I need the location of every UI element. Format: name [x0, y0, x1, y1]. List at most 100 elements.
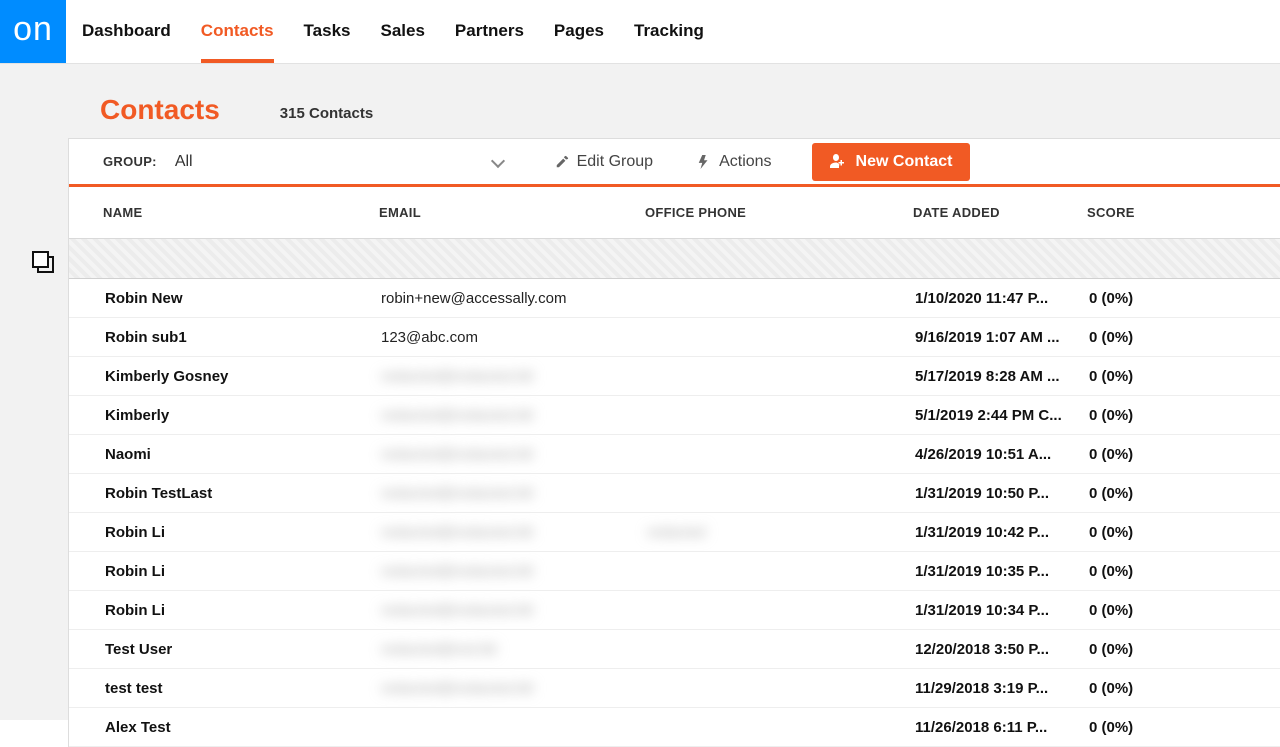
cell-email: redacted@redacted.tld [381, 485, 647, 502]
col-header-name[interactable]: NAME [103, 205, 379, 220]
cell-email: redacted@redacted.tld [381, 680, 647, 697]
cell-score: 0 (0%) [1089, 563, 1209, 580]
cell-score: 0 (0%) [1089, 368, 1209, 385]
cell-date: 1/31/2019 10:42 P... [915, 524, 1089, 541]
cell-email: 123@abc.com [381, 329, 647, 346]
actions-button[interactable]: Actions [689, 147, 779, 177]
cell-name: Kimberly Gosney [105, 368, 381, 385]
cell-score: 0 (0%) [1089, 329, 1209, 346]
actions-label: Actions [719, 153, 771, 171]
col-header-date[interactable]: DATE ADDED [913, 205, 1087, 220]
cell-score: 0 (0%) [1089, 680, 1209, 697]
col-header-phone[interactable]: OFFICE PHONE [645, 205, 913, 220]
nav-item-tasks[interactable]: Tasks [304, 1, 351, 63]
page-header: Contacts 315 Contacts [0, 64, 1280, 138]
pencil-icon [555, 155, 569, 169]
cell-date: 11/26/2018 6:11 P... [915, 719, 1089, 736]
cell-phone: redacted [647, 524, 915, 541]
cell-name: Robin Li [105, 524, 381, 541]
cell-name: Test User [105, 641, 381, 658]
cell-email: redacted@redacted.tld [381, 368, 647, 385]
filter-row[interactable] [69, 239, 1280, 279]
table-row[interactable]: Robin Liredacted@redacted.tld 1/31/2019 1… [69, 552, 1280, 591]
bolt-icon [697, 155, 711, 169]
cell-date: 9/16/2019 1:07 AM ... [915, 329, 1089, 346]
cell-name: Kimberly [105, 407, 381, 424]
cell-email: redacted@red.tld [381, 641, 647, 658]
table-row[interactable]: Robin TestLastredacted@redacted.tld 1/31/… [69, 474, 1280, 513]
page-body: Contacts 315 Contacts GROUP: All Edit Gr… [0, 64, 1280, 720]
table-row[interactable]: Alex Test 11/26/2018 6:11 P...0 (0%) [69, 708, 1280, 747]
cell-name: Robin TestLast [105, 485, 381, 502]
cell-email: redacted@redacted.tld [381, 446, 647, 463]
contacts-card: GROUP: All Edit Group Actions New Contac… [68, 138, 1280, 747]
table-row[interactable]: Robin sub1123@abc.com 9/16/2019 1:07 AM .… [69, 318, 1280, 357]
group-label: GROUP: [103, 154, 157, 169]
nav-item-partners[interactable]: Partners [455, 1, 524, 63]
app-logo[interactable]: on [0, 0, 66, 63]
col-header-email[interactable]: EMAIL [379, 205, 645, 220]
table-row[interactable]: Test Userredacted@red.tld 12/20/2018 3:50… [69, 630, 1280, 669]
cell-email: robin+new@accessally.com [381, 290, 647, 307]
cell-name: Robin Li [105, 602, 381, 619]
select-all-icon [30, 249, 58, 277]
topbar: on Dashboard Contacts Tasks Sales Partners Pa… [0, 0, 1280, 64]
new-contact-button[interactable]: New Contact [812, 143, 971, 181]
toolbar: GROUP: All Edit Group Actions New Contac… [69, 139, 1280, 187]
nav-item-tracking[interactable]: Tracking [634, 1, 704, 63]
table-row[interactable]: Naomiredacted@redacted.tld 4/26/2019 10:5… [69, 435, 1280, 474]
page-title: Contacts [100, 94, 220, 126]
chevron-down-icon [491, 153, 505, 167]
cell-score: 0 (0%) [1089, 641, 1209, 658]
cell-name: Naomi [105, 446, 381, 463]
cell-name: Robin sub1 [105, 329, 381, 346]
contact-count: 315 Contacts [280, 105, 373, 122]
main-nav: Dashboard Contacts Tasks Sales Partners Pages… [66, 0, 704, 63]
cell-date: 11/29/2018 3:19 P... [915, 680, 1089, 697]
nav-item-pages[interactable]: Pages [554, 1, 604, 63]
group-select[interactable]: All [175, 153, 503, 171]
cell-score: 0 (0%) [1089, 446, 1209, 463]
cell-email: redacted@redacted.tld [381, 524, 647, 541]
edit-group-label: Edit Group [577, 153, 653, 171]
cell-date: 1/10/2020 11:47 P... [915, 290, 1089, 307]
table-body: Robin Newrobin+new@accessally.com 1/10/20… [69, 279, 1280, 747]
cell-date: 5/17/2019 8:28 AM ... [915, 368, 1089, 385]
cell-score: 0 (0%) [1089, 290, 1209, 307]
cell-name: Robin New [105, 290, 381, 307]
table-row[interactable]: Robin Liredacted@redacted.tld 1/31/2019 1… [69, 591, 1280, 630]
table-row[interactable]: Robin Newrobin+new@accessally.com 1/10/20… [69, 279, 1280, 318]
table-row[interactable]: test testredacted@redacted.tld 11/29/2018… [69, 669, 1280, 708]
cell-score: 0 (0%) [1089, 719, 1209, 736]
cell-name: Robin Li [105, 563, 381, 580]
app-logo-text: on [13, 10, 53, 49]
cell-date: 12/20/2018 3:50 P... [915, 641, 1089, 658]
table-row[interactable]: Kimberlyredacted@redacted.tld 5/1/2019 2:… [69, 396, 1280, 435]
group-select-value: All [175, 153, 193, 171]
nav-item-sales[interactable]: Sales [380, 1, 424, 63]
cell-score: 0 (0%) [1089, 524, 1209, 541]
add-user-icon [830, 154, 846, 170]
cell-email: redacted@redacted.tld [381, 407, 647, 424]
edit-group-button[interactable]: Edit Group [547, 147, 661, 177]
cell-date: 4/26/2019 10:51 A... [915, 446, 1089, 463]
cell-score: 0 (0%) [1089, 485, 1209, 502]
table-row[interactable]: Kimberly Gosneyredacted@redacted.tld 5/17… [69, 357, 1280, 396]
nav-item-dashboard[interactable]: Dashboard [82, 1, 171, 63]
cell-score: 0 (0%) [1089, 407, 1209, 424]
cell-email: redacted@redacted.tld [381, 563, 647, 580]
col-header-score[interactable]: SCORE [1087, 205, 1207, 220]
cell-date: 1/31/2019 10:34 P... [915, 602, 1089, 619]
cell-email: redacted@redacted.tld [381, 602, 647, 619]
select-all-button[interactable] [30, 249, 58, 277]
table-row[interactable]: Robin Liredacted@redacted.tldredacted1/3… [69, 513, 1280, 552]
cell-score: 0 (0%) [1089, 602, 1209, 619]
cell-name: Alex Test [105, 719, 381, 736]
cell-date: 1/31/2019 10:50 P... [915, 485, 1089, 502]
new-contact-label: New Contact [856, 153, 953, 171]
cell-date: 1/31/2019 10:35 P... [915, 563, 1089, 580]
cell-date: 5/1/2019 2:44 PM C... [915, 407, 1089, 424]
nav-item-contacts[interactable]: Contacts [201, 1, 274, 63]
table-header: NAME EMAIL OFFICE PHONE DATE ADDED SCORE [69, 187, 1280, 239]
cell-name: test test [105, 680, 381, 697]
